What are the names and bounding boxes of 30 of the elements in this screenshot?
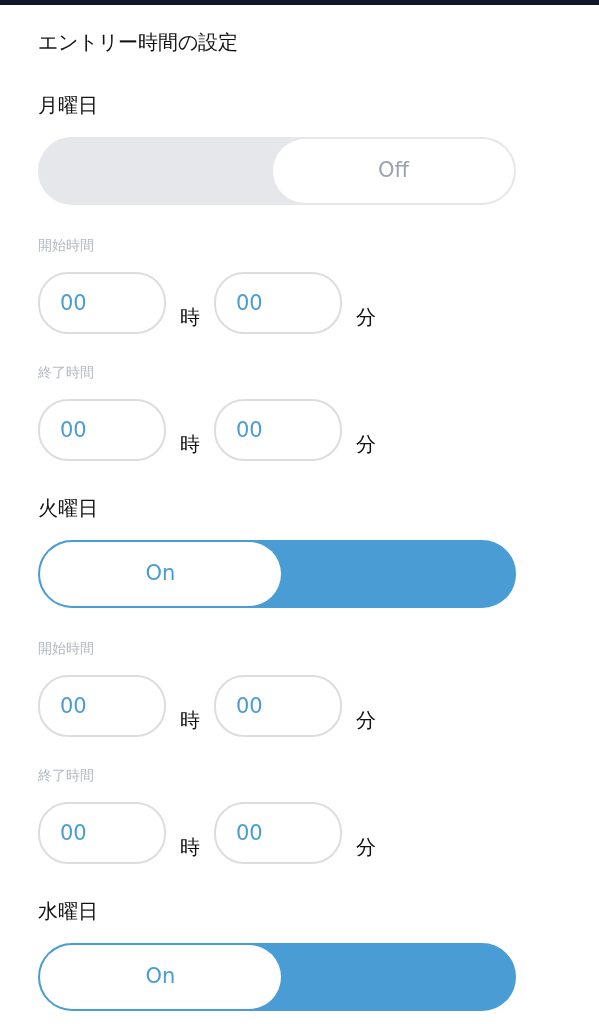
hour-unit: 時: [180, 707, 200, 734]
minute-field[interactable]: 00: [214, 675, 342, 737]
hour-field[interactable]: 00: [38, 675, 166, 737]
toggle-switch[interactable]: On: [38, 943, 516, 1011]
page-title: エントリー時間の設定: [38, 29, 238, 56]
field-label: 開始時間: [38, 639, 94, 658]
minute-field[interactable]: 00: [214, 272, 342, 334]
hour-unit: 時: [180, 431, 200, 458]
toggle-knob: On: [40, 945, 281, 1009]
hour-unit: 時: [180, 834, 200, 861]
hour-field[interactable]: 00: [38, 399, 166, 461]
toggle-switch[interactable]: On: [38, 540, 516, 608]
minute-field[interactable]: 00: [214, 802, 342, 864]
field-label: 開始時間: [38, 236, 94, 255]
hour-unit: 時: [180, 304, 200, 331]
toggle-knob: On: [40, 542, 281, 606]
field-label: 終了時間: [38, 363, 94, 382]
hour-field[interactable]: 00: [38, 272, 166, 334]
minute-field[interactable]: 00: [214, 399, 342, 461]
field-label: 終了時間: [38, 766, 94, 785]
day-label: 火曜日: [38, 495, 98, 522]
minute-unit: 分: [356, 707, 376, 734]
toggle-switch[interactable]: Off: [38, 137, 516, 205]
minute-unit: 分: [356, 834, 376, 861]
toggle-knob: Off: [273, 139, 514, 203]
day-label: 月曜日: [38, 92, 98, 119]
minute-unit: 分: [356, 304, 376, 331]
minute-unit: 分: [356, 431, 376, 458]
day-label: 水曜日: [38, 898, 98, 925]
hour-field[interactable]: 00: [38, 802, 166, 864]
